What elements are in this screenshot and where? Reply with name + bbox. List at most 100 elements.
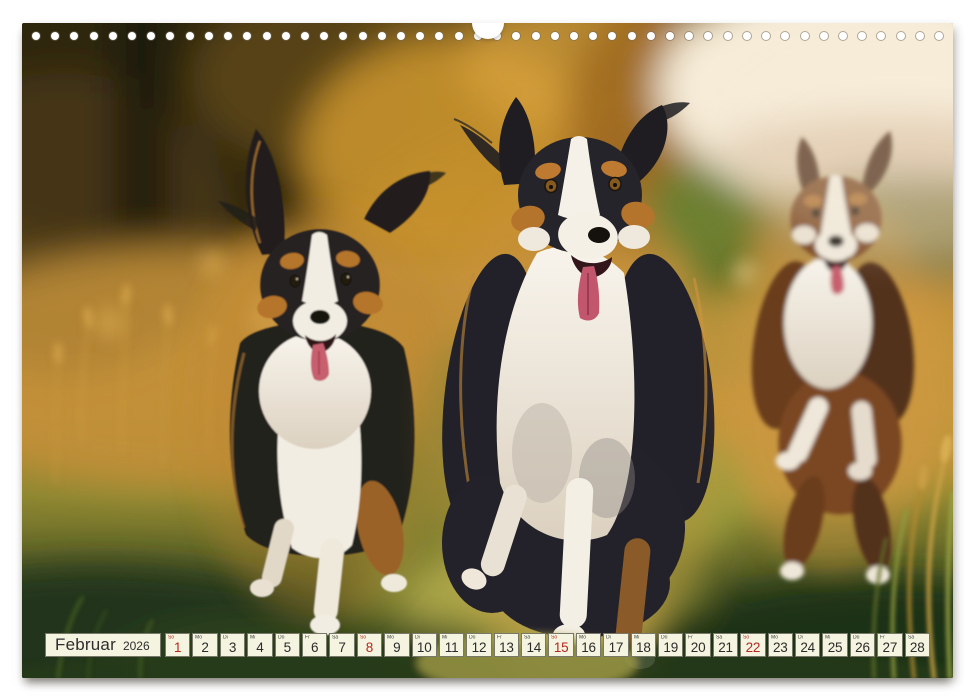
month-name: Februar — [55, 635, 116, 655]
day-cell: Mi 18 — [631, 633, 656, 657]
day-cell: Di 17 — [603, 633, 628, 657]
weekday-abbrev: Di — [223, 635, 228, 640]
day-cell: Sa 7 — [329, 633, 354, 657]
day-number: 11 — [440, 641, 463, 655]
day-number: 28 — [906, 641, 929, 655]
day-cell: Di 24 — [795, 633, 820, 657]
binding-hole — [397, 32, 405, 40]
binding-hole — [801, 32, 809, 40]
binding-hole — [147, 32, 155, 40]
day-cell: Fr 20 — [685, 633, 710, 657]
day-cell: So 8 — [357, 633, 382, 657]
day-number: 10 — [413, 641, 436, 655]
binding-hole — [435, 32, 443, 40]
year-label: 2026 — [123, 637, 150, 653]
month-label-box: Februar 2026 — [45, 633, 161, 657]
day-number: 4 — [248, 641, 271, 655]
binding-hole — [224, 32, 232, 40]
day-cells: So 1 Mo 2 Di 3 Mi 4 Do 5 Fr 6 Sa 7 So 8 … — [165, 633, 930, 657]
binding-hole — [128, 32, 136, 40]
day-number: 8 — [358, 641, 381, 655]
day-cell: Sa 28 — [905, 633, 930, 657]
binding-hole — [320, 32, 328, 40]
day-cell: Do 5 — [275, 633, 300, 657]
day-cell: So 15 — [548, 633, 573, 657]
day-cell: Sa 14 — [521, 633, 546, 657]
day-number: 7 — [330, 641, 353, 655]
day-cell: So 22 — [740, 633, 765, 657]
day-number: 5 — [276, 641, 299, 655]
binding-hole — [743, 32, 751, 40]
binding-hole — [512, 32, 520, 40]
day-number: 6 — [303, 641, 326, 655]
binding-hole — [51, 32, 59, 40]
day-number: 14 — [522, 641, 545, 655]
binding-hole — [378, 32, 386, 40]
day-number: 21 — [714, 641, 737, 655]
binding-hole — [762, 32, 770, 40]
calendar-product-shot: Februar 2026 So 1 Mo 2 Di 3 Mi 4 Do 5 Fr… — [0, 0, 971, 700]
binding-hole — [551, 32, 559, 40]
binding-hole — [70, 32, 78, 40]
binding-hole — [455, 32, 463, 40]
binding-hole — [205, 32, 213, 40]
binding-hole — [704, 32, 712, 40]
day-cell: Do 19 — [658, 633, 683, 657]
binding-hole — [416, 32, 424, 40]
binding-hole — [858, 32, 866, 40]
day-cell: Mi 4 — [247, 633, 272, 657]
binding-hole — [647, 32, 655, 40]
weekday-abbrev: So — [360, 635, 366, 640]
binding-hole — [685, 32, 693, 40]
day-number: 13 — [495, 641, 518, 655]
binding-hole — [666, 32, 674, 40]
binding-hole — [532, 32, 540, 40]
day-number: 25 — [823, 641, 846, 655]
day-number: 12 — [467, 641, 490, 655]
day-number: 27 — [878, 641, 901, 655]
binding-hole — [301, 32, 309, 40]
day-number: 26 — [851, 641, 874, 655]
photo-area: Februar 2026 So 1 Mo 2 Di 3 Mi 4 Do 5 Fr… — [22, 23, 953, 678]
binding-hole — [359, 32, 367, 40]
day-number: 24 — [796, 641, 819, 655]
binding-hole — [916, 32, 924, 40]
binding-hole — [243, 32, 251, 40]
binding-hole — [820, 32, 828, 40]
calendar-strip: Februar 2026 So 1 Mo 2 Di 3 Mi 4 Do 5 Fr… — [45, 633, 930, 657]
day-cell: Fr 27 — [877, 633, 902, 657]
day-cell: Mo 23 — [768, 633, 793, 657]
day-number: 18 — [632, 641, 655, 655]
binding-hole — [608, 32, 616, 40]
binding-hole — [32, 32, 40, 40]
day-cell: Mi 25 — [822, 633, 847, 657]
binding-hole — [897, 32, 905, 40]
day-cell: Sa 21 — [713, 633, 738, 657]
binding-hole — [186, 32, 194, 40]
day-number: 23 — [769, 641, 792, 655]
binding-hole — [839, 32, 847, 40]
day-number: 17 — [604, 641, 627, 655]
day-number: 2 — [193, 641, 216, 655]
dog-left — [190, 129, 450, 635]
day-number: 15 — [549, 641, 572, 655]
binding-hole — [263, 32, 271, 40]
binding-hole — [339, 32, 347, 40]
day-cell: Do 12 — [466, 633, 491, 657]
day-cell: Mo 16 — [576, 633, 601, 657]
binding-hole — [628, 32, 636, 40]
binding-hole — [282, 32, 290, 40]
day-number: 3 — [221, 641, 244, 655]
calendar-page: Februar 2026 So 1 Mo 2 Di 3 Mi 4 Do 5 Fr… — [22, 23, 953, 678]
day-number: 1 — [166, 641, 189, 655]
day-cell: Mi 11 — [439, 633, 464, 657]
binding-hole — [781, 32, 789, 40]
weekday-abbrev: Mi — [250, 635, 255, 640]
binding-hole — [589, 32, 597, 40]
binding-hole — [166, 32, 174, 40]
day-cell: Fr 6 — [302, 633, 327, 657]
binding-hole — [90, 32, 98, 40]
day-cell: Fr 13 — [494, 633, 519, 657]
day-cell: Di 3 — [220, 633, 245, 657]
day-number: 19 — [659, 641, 682, 655]
